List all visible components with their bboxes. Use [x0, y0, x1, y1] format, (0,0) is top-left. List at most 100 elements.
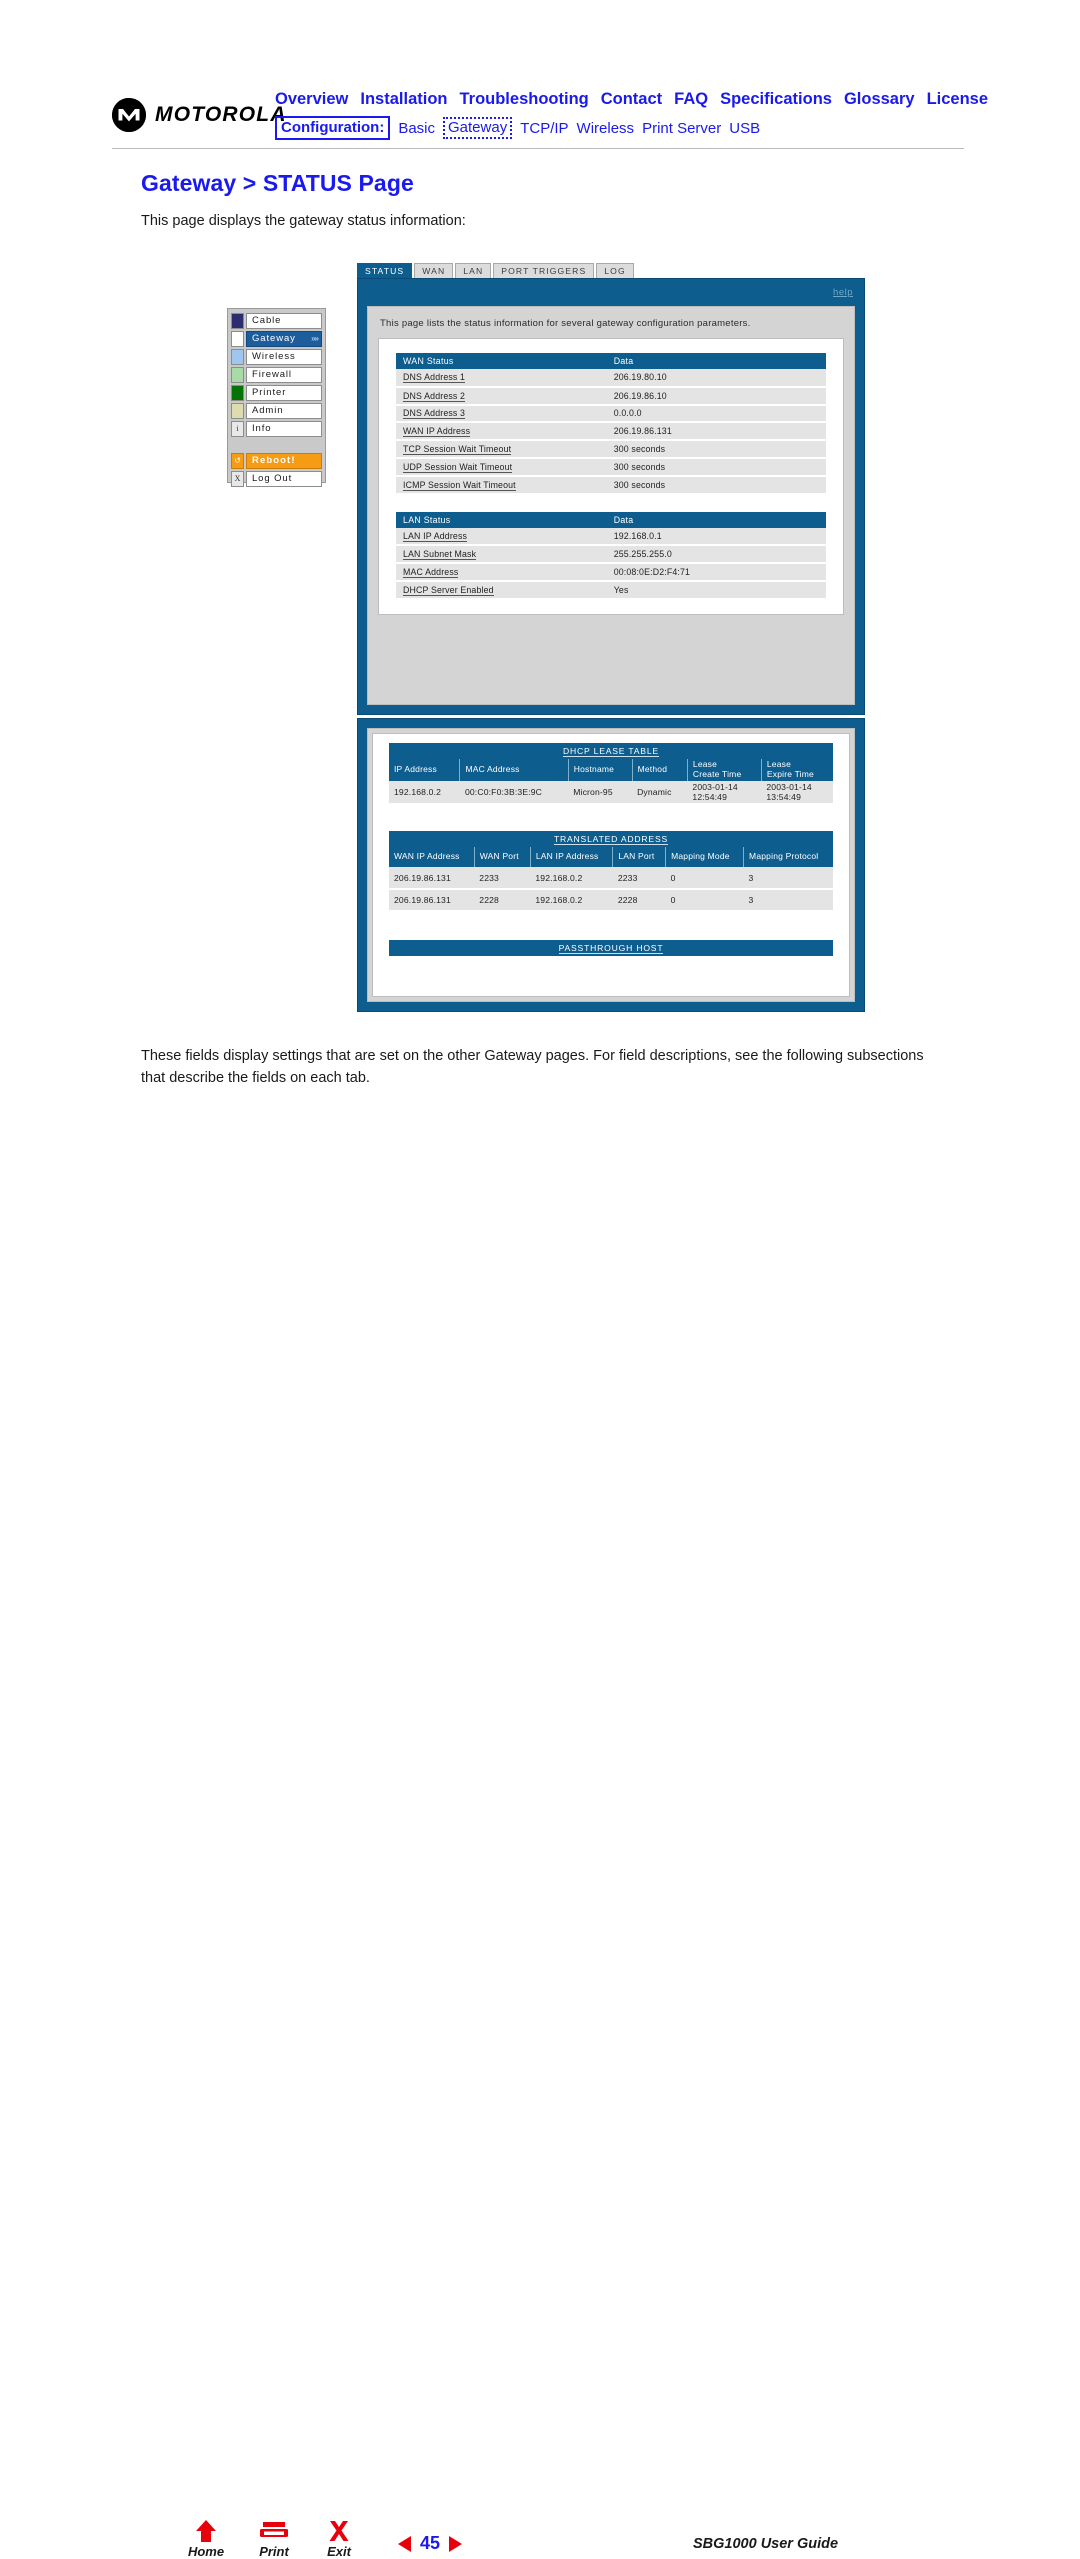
primary-nav: Overview Installation Troubleshooting Co… — [275, 90, 988, 109]
sidebar-item-label: Printer — [246, 384, 322, 402]
cell-lan-port: 2233 — [612, 867, 666, 891]
wan-row-key[interactable]: UDP Session Wait Timeout — [396, 457, 607, 477]
router-sidebar-menu: Cable Gateway»» Wireless Firewall Printe… — [227, 308, 326, 488]
square-icon — [231, 384, 244, 402]
sidebar-item-cable[interactable]: Cable — [231, 313, 322, 330]
wan-row-key[interactable]: ICMP Session Wait Timeout — [396, 475, 607, 495]
translated-address-title[interactable]: TRANSLATED ADDRESS — [389, 831, 833, 848]
page-title: Gateway > STATUS Page — [141, 170, 414, 196]
nav-link-contact[interactable]: Contact — [601, 90, 662, 109]
lan-row-key[interactable]: LAN Subnet Mask — [396, 545, 607, 565]
router-description: This page lists the status information f… — [380, 318, 751, 329]
brand-logo: MOTOROLA — [112, 98, 287, 132]
brand-wordmark: MOTOROLA — [155, 103, 287, 126]
sidebar-logout-button[interactable]: X Log Out — [231, 470, 322, 488]
page-number: 45 — [420, 2533, 441, 2553]
nav-link-installation[interactable]: Installation — [360, 90, 447, 109]
page-navigation: 45 — [398, 2533, 463, 2554]
col-lease-create-time: Lease Create Time — [686, 759, 762, 781]
lan-row-key[interactable]: LAN IP Address — [396, 527, 607, 547]
reboot-icon: ↺ — [231, 452, 244, 470]
dhcp-lease-title[interactable]: DHCP LEASE TABLE — [389, 743, 833, 759]
lan-row-value: 255.255.255.0 — [606, 545, 826, 565]
translated-address-table: TRANSLATED ADDRESS WAN IP Address WAN Po… — [389, 831, 833, 913]
wan-row-value: 0.0.0.0 — [606, 404, 826, 424]
table-spacer — [389, 912, 833, 940]
nav-link-faq[interactable]: FAQ — [674, 90, 708, 109]
wan-row-key[interactable]: TCP Session Wait Timeout — [396, 440, 607, 459]
square-icon — [231, 402, 244, 420]
lan-row-key[interactable]: MAC Address — [396, 563, 607, 582]
table-spacer — [396, 495, 826, 512]
sidebar-item-admin[interactable]: Admin — [231, 402, 322, 420]
table-row: ICMP Session Wait Timeout 300 seconds — [396, 475, 826, 495]
sidebar-item-label: Gateway»» — [246, 330, 322, 348]
nav-link-license[interactable]: License — [927, 90, 988, 109]
sidebar-item-gateway[interactable]: Gateway»» — [231, 330, 322, 348]
sidebar-item-info[interactable]: i Info — [231, 420, 322, 438]
wan-row-key[interactable]: DNS Address 3 — [396, 404, 607, 424]
nav-link-gateway[interactable]: Gateway — [443, 117, 513, 140]
nav-link-usb[interactable]: USB — [729, 120, 760, 137]
nav-link-glossary[interactable]: Glossary — [844, 90, 915, 109]
wan-status-table: WAN Status Data DNS Address 1 206.19.80.… — [396, 353, 826, 495]
table-row: DNS Address 1 206.19.80.10 — [396, 369, 826, 388]
cell-mac-address: 00:C0:F0:3B:3E:9C — [459, 780, 569, 806]
table-row: DNS Address 3 0.0.0.0 — [396, 404, 826, 424]
table-row: WAN IP Address 206.19.86.131 — [396, 422, 826, 442]
sidebar-reboot-button[interactable]: ↺ Reboot! — [231, 452, 322, 470]
wan-row-value: 300 seconds — [606, 457, 826, 477]
lan-status-header-data: Data — [606, 511, 826, 528]
col-mac-address: MAC Address — [459, 759, 569, 781]
tab-wan[interactable]: WAN — [414, 263, 454, 279]
nav-link-basic[interactable]: Basic — [398, 120, 435, 137]
motorola-m-logo-icon — [112, 98, 146, 132]
nav-link-wireless[interactable]: Wireless — [577, 120, 635, 137]
home-arrow-icon — [180, 2517, 232, 2543]
tab-log[interactable]: LOG — [596, 263, 634, 279]
square-icon — [231, 313, 244, 330]
nav-link-troubleshooting[interactable]: Troubleshooting — [459, 90, 588, 109]
table-row: UDP Session Wait Timeout 300 seconds — [396, 457, 826, 477]
col-lease-expire-time: Lease Expire Time — [760, 759, 833, 781]
prev-triangle-icon[interactable] — [398, 2535, 411, 2552]
nav-link-overview[interactable]: Overview — [275, 90, 348, 109]
wan-row-key[interactable]: DNS Address 1 — [396, 369, 607, 388]
cell-hostname: Micron-95 — [568, 780, 633, 806]
lan-row-key[interactable]: DHCP Server Enabled — [396, 580, 607, 600]
col-mapping-protocol: Mapping Protocol — [743, 847, 833, 868]
tab-port-triggers[interactable]: PORT TRIGGERS — [493, 263, 595, 279]
wan-row-key[interactable]: DNS Address 2 — [396, 386, 607, 406]
col-method: Method — [631, 759, 688, 781]
print-button[interactable]: Print — [248, 2517, 300, 2559]
wan-row-value: 300 seconds — [606, 440, 826, 459]
sidebar-item-wireless[interactable]: Wireless — [231, 348, 322, 366]
guide-name-label: SBG1000 User Guide — [693, 2536, 839, 2552]
wan-row-key[interactable]: WAN IP Address — [396, 422, 607, 442]
lan-row-value: Yes — [606, 580, 826, 600]
cell-lan-ip-address: 192.168.0.2 — [530, 889, 613, 913]
sidebar-item-firewall[interactable]: Firewall — [231, 366, 322, 384]
cell-wan-ip-address: 206.19.86.131 — [389, 867, 475, 891]
help-link[interactable]: help — [833, 287, 853, 298]
passthrough-host-bar[interactable]: PASSTHROUGH HOST — [389, 940, 833, 957]
tab-status[interactable]: STATUS — [357, 263, 413, 279]
nav-link-specifications[interactable]: Specifications — [720, 90, 832, 109]
nav-link-tcpip[interactable]: TCP/IP — [520, 120, 568, 137]
sidebar-item-label: Wireless — [246, 348, 322, 366]
next-triangle-icon[interactable] — [449, 2535, 463, 2552]
dhcp-lease-column-row: IP Address MAC Address Hostname Method L… — [389, 759, 833, 781]
nav-link-print-server[interactable]: Print Server — [642, 120, 721, 137]
print-button-label: Print — [259, 2544, 289, 2559]
header-divider — [112, 148, 964, 149]
home-button[interactable]: Home — [180, 2517, 232, 2559]
sidebar-item-printer[interactable]: Printer — [231, 384, 322, 402]
cell-mapping-protocol: 3 — [743, 867, 833, 891]
table-row: MAC Address 00:08:0E:D2:F4:71 — [396, 563, 826, 582]
exit-button[interactable]: Exit — [313, 2517, 365, 2559]
tab-lan[interactable]: LAN — [455, 263, 492, 279]
router-help-strip: help — [361, 282, 861, 304]
table-row: LAN Subnet Mask 255.255.255.0 — [396, 545, 826, 565]
chevron-right-icon: »» — [311, 333, 319, 343]
